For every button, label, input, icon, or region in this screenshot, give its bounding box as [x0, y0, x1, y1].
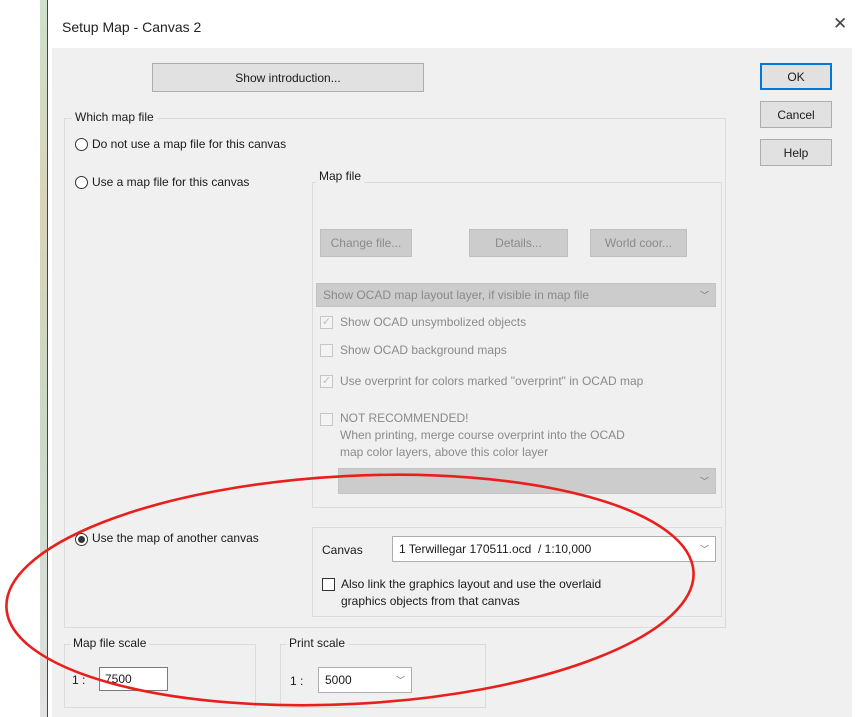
annotation-ellipse: [5, 473, 695, 707]
